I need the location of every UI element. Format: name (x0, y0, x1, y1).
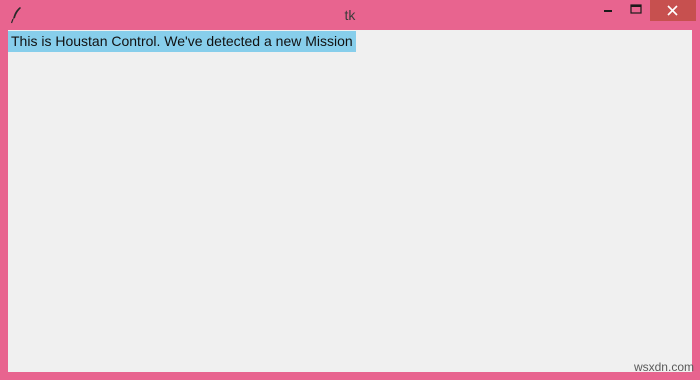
close-button[interactable] (650, 0, 696, 21)
close-icon (667, 5, 678, 16)
window-client-area: This is Houstan Control. We've detected … (8, 30, 692, 372)
feather-icon (10, 6, 24, 24)
app-window: tk This is Houstan Control. We've detect… (0, 0, 700, 380)
watermark-text: wsxdn.com (633, 360, 694, 374)
minimize-button[interactable] (595, 0, 623, 21)
minimize-icon (604, 10, 612, 12)
title-bar[interactable]: tk (0, 0, 700, 30)
maximize-button[interactable] (623, 0, 649, 21)
maximize-icon (630, 4, 642, 14)
mission-label: This is Houstan Control. We've detected … (8, 31, 356, 52)
